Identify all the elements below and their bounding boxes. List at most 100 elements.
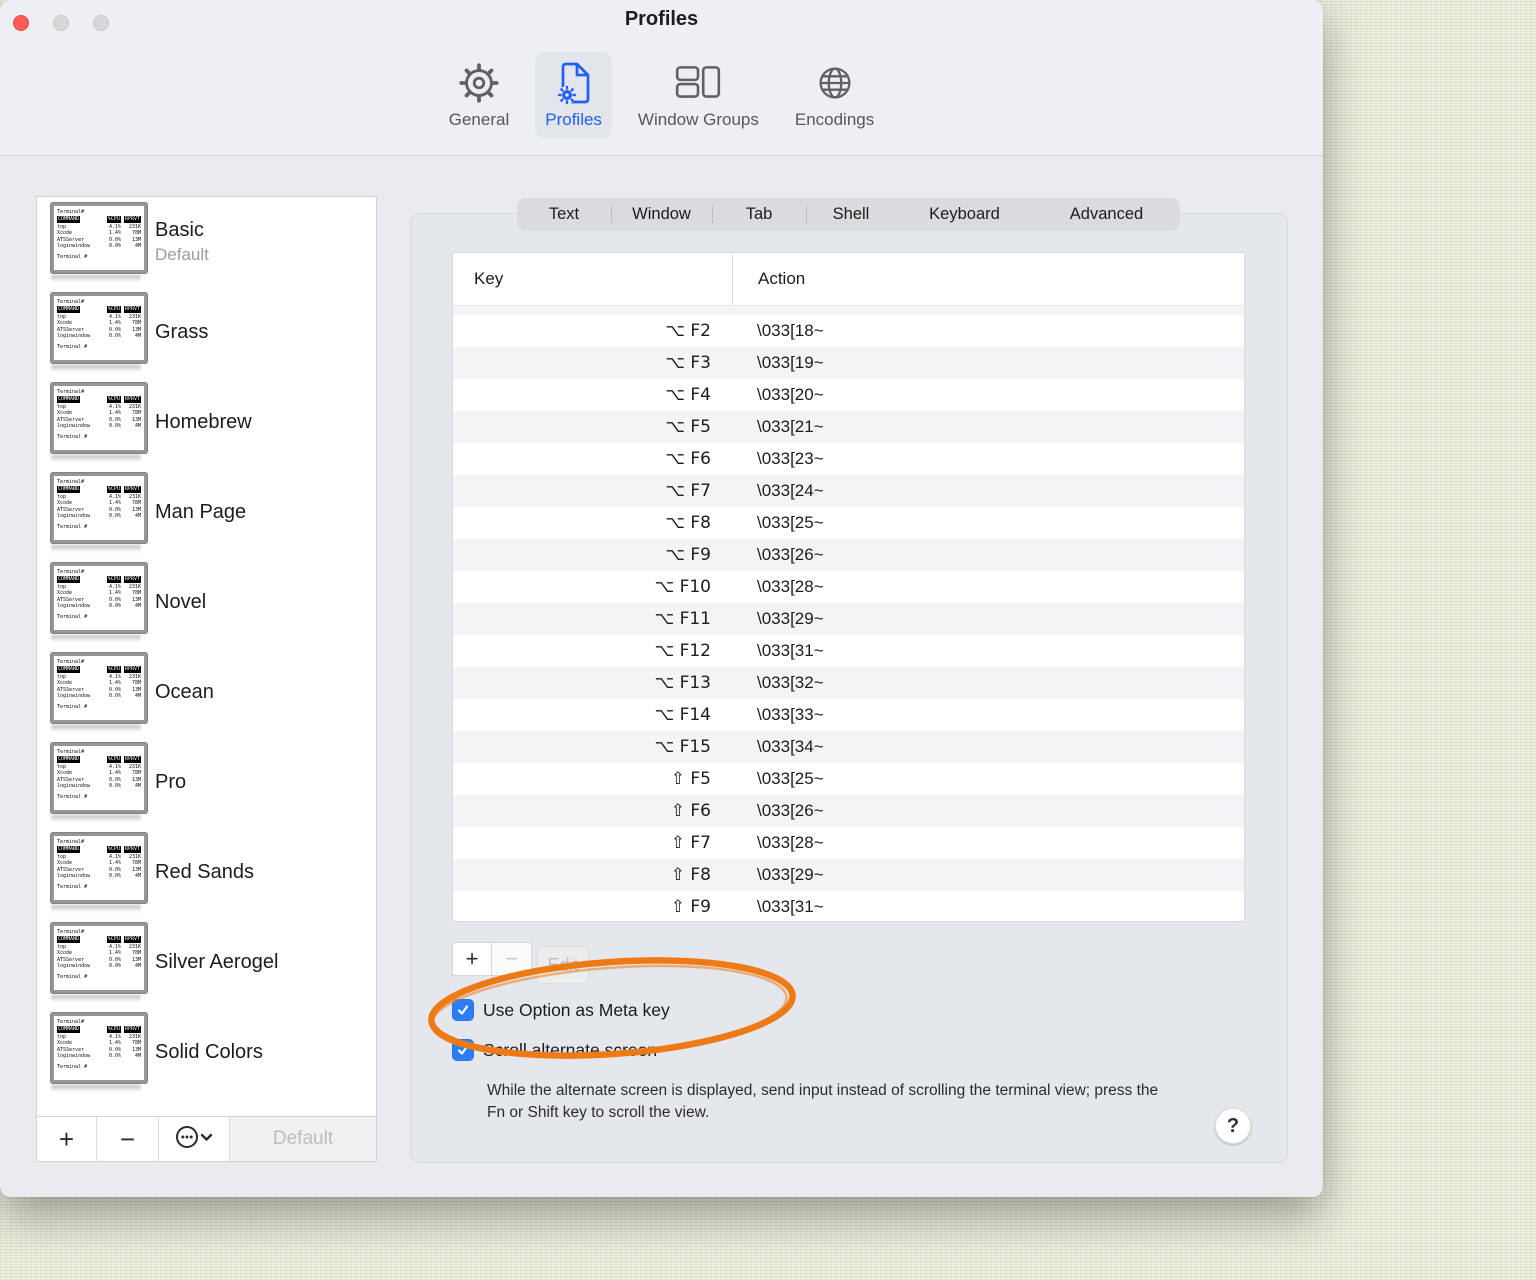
add-profile-button[interactable]: + (37, 1117, 97, 1161)
profile-thumbnail: Terminal# COMMAND %CPU RPRVT top 4.1% 23… (51, 472, 147, 552)
key-cell: ⇧ F5 (670, 769, 711, 789)
key-cell: ⇧ F9 (670, 897, 711, 917)
key-cell: ⌥ F7 (665, 481, 711, 501)
profile-thumbnail: Terminal# COMMAND %CPU RPRVT top 4.1% 23… (51, 562, 147, 642)
option-meta-checkbox[interactable] (452, 999, 474, 1021)
table-row[interactable]: ⇧ F8 \033[29~ (453, 859, 1244, 891)
table-row[interactable]: ⌥ F8 \033[25~ (453, 507, 1244, 539)
profile-tab[interactable]: Shell (806, 198, 896, 231)
titlebar-toolbar: Profiles General Profiles Window Groups … (0, 0, 1323, 156)
remove-profile-button[interactable]: − (97, 1117, 159, 1161)
profile-name: Novel (155, 590, 207, 613)
key-cell: ⌥ F2 (665, 321, 711, 341)
profile-name: Homebrew (155, 410, 252, 433)
key-cell: ⌥ F5 (665, 417, 711, 437)
table-row[interactable]: ⌥ F7 \033[24~ (453, 475, 1244, 507)
profile-name: Basic (155, 219, 204, 241)
table-row[interactable]: ⇧ F6 \033[26~ (453, 795, 1244, 827)
option-meta-label[interactable]: Use Option as Meta key (483, 1000, 670, 1021)
tab-label: Tab (745, 205, 773, 223)
profile-default-badge: Default (155, 245, 209, 264)
scroll-alternate-label[interactable]: Scroll alternate screen (483, 1040, 657, 1061)
table-row[interactable]: ⌥ F3 \033[19~ (453, 347, 1244, 379)
action-cell: \033[32~ (757, 673, 824, 692)
thumbnail-reflection (51, 1084, 141, 1092)
table-row[interactable]: ⇧ F7 \033[28~ (453, 827, 1244, 859)
action-cell: \033[26~ (757, 801, 824, 820)
set-default-button[interactable]: Default (230, 1117, 376, 1161)
profile-thumbnail: Terminal# COMMAND %CPU RPRVT top 4.1% 23… (51, 382, 147, 462)
profile-list-item[interactable]: Terminal# COMMAND %CPU RPRVT top 4.1% 23… (37, 1007, 376, 1097)
toolbar-item-label: Encodings (794, 110, 875, 129)
table-row[interactable]: ⌥ F4 \033[20~ (453, 379, 1244, 411)
partial-scrolled-row (453, 306, 1244, 315)
sidebar-bottom-bar: + − Default (37, 1116, 376, 1161)
window-title: Profiles (624, 8, 699, 30)
profile-list-item[interactable]: Terminal# COMMAND %CPU RPRVT top 4.1% 23… (37, 377, 376, 467)
table-row[interactable]: ⌥ F10 \033[28~ (453, 571, 1244, 603)
profile-thumbnail: Terminal# COMMAND %CPU RPRVT top 4.1% 23… (51, 922, 147, 1002)
profile-list-item[interactable]: Terminal# COMMAND %CPU RPRVT top 4.1% 23… (37, 197, 376, 287)
help-button[interactable]: ? (1215, 1108, 1251, 1144)
thumbnail-reflection (51, 724, 141, 732)
table-row[interactable]: ⌥ F5 \033[21~ (453, 411, 1244, 443)
scroll-alternate-checkbox[interactable] (452, 1039, 474, 1061)
key-cell: ⌥ F13 (654, 673, 711, 693)
thumbnail-reflection (51, 454, 141, 462)
column-header-key[interactable]: Key (453, 269, 732, 289)
action-cell: \033[24~ (757, 481, 824, 500)
action-cell: \033[28~ (757, 833, 824, 852)
table-row[interactable]: ⌥ F11 \033[29~ (453, 603, 1244, 635)
more-options-button[interactable] (159, 1117, 230, 1161)
table-row[interactable]: ⌥ F9 \033[26~ (453, 539, 1244, 571)
table-row[interactable]: ⌥ F12 \033[31~ (453, 635, 1244, 667)
profile-tab-bar: Text Window Tab Shell Keyboard Advanced (517, 198, 1180, 231)
remove-mapping-button[interactable]: − (492, 942, 532, 976)
profile-list-item[interactable]: Terminal# COMMAND %CPU RPRVT top 4.1% 23… (37, 557, 376, 647)
table-row[interactable]: ⌥ F6 \033[23~ (453, 443, 1244, 475)
profile-thumbnail: Terminal# COMMAND %CPU RPRVT top 4.1% 23… (51, 742, 147, 822)
profile-tab[interactable]: Advanced (1033, 198, 1180, 231)
desktop-background: Profiles General Profiles Window Groups … (0, 0, 1536, 1280)
profile-list-item[interactable]: Terminal# COMMAND %CPU RPRVT top 4.1% 23… (37, 827, 376, 917)
toolbar-item-profiles[interactable]: Profiles (535, 52, 612, 138)
toolbar: General Profiles Window Groups Encodings (0, 52, 1323, 138)
action-cell: \033[28~ (757, 577, 824, 596)
profile-tab[interactable]: Tab (712, 198, 806, 231)
toolbar-item-general[interactable]: General (439, 52, 519, 138)
key-cell: ⌥ F10 (654, 577, 711, 597)
action-cell: \033[33~ (757, 705, 824, 724)
checkmark-icon (457, 1005, 469, 1015)
tab-label: Text (548, 205, 580, 223)
profile-thumbnail: Terminal# COMMAND %CPU RPRVT top 4.1% 23… (51, 652, 147, 732)
profile-list-item[interactable]: Terminal# COMMAND %CPU RPRVT top 4.1% 23… (37, 647, 376, 737)
table-row[interactable]: ⌥ F14 \033[33~ (453, 699, 1244, 731)
toolbar-item-encodings[interactable]: Encodings (785, 52, 884, 138)
table-row[interactable]: ⌥ F13 \033[32~ (453, 667, 1244, 699)
profile-tab[interactable]: Window (611, 198, 712, 231)
key-mapping-table[interactable]: Key Action ⌥ F2 \033[18~ ⌥ F3 \033[19~ ⌥… (452, 252, 1245, 922)
action-cell: \033[20~ (757, 385, 824, 404)
action-cell: \033[23~ (757, 449, 824, 468)
column-header-action[interactable]: Action (733, 269, 805, 289)
key-cell: ⌥ F9 (665, 545, 711, 565)
table-row[interactable]: ⌥ F15 \033[34~ (453, 731, 1244, 763)
key-cell: ⌥ F14 (654, 705, 711, 725)
profile-list-item[interactable]: Terminal# COMMAND %CPU RPRVT top 4.1% 23… (37, 917, 376, 1007)
profile-list-item[interactable]: Terminal# COMMAND %CPU RPRVT top 4.1% 23… (37, 467, 376, 557)
profile-tab[interactable]: Keyboard (896, 198, 1033, 231)
toolbar-item-window-groups[interactable]: Window Groups (628, 52, 769, 138)
table-row[interactable]: ⇧ F5 \033[25~ (453, 763, 1244, 795)
table-header: Key Action (453, 253, 1244, 306)
table-row[interactable]: ⌥ F2 \033[18~ (453, 315, 1244, 347)
profile-list-item[interactable]: Terminal# COMMAND %CPU RPRVT top 4.1% 23… (37, 737, 376, 827)
add-mapping-button[interactable]: + (452, 942, 492, 976)
table-row[interactable]: ⇧ F9 \033[31~ (453, 891, 1244, 923)
action-cell: \033[25~ (757, 769, 824, 788)
profile-name: Silver Aerogel (155, 950, 279, 973)
profile-list: Terminal# COMMAND %CPU RPRVT top 4.1% 23… (37, 197, 376, 1117)
edit-mapping-button[interactable]: Edit (537, 946, 589, 984)
profile-tab[interactable]: Text (517, 198, 611, 231)
gear-icon (456, 58, 502, 108)
profile-list-item[interactable]: Terminal# COMMAND %CPU RPRVT top 4.1% 23… (37, 287, 376, 377)
